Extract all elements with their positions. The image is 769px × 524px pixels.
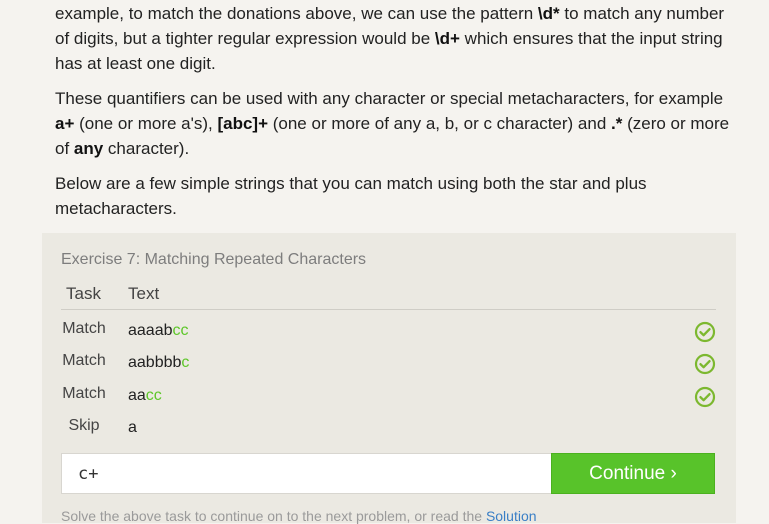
check-circle-icon [694, 321, 716, 343]
exercise-title: Exercise 7: Matching Repeated Characters [61, 251, 367, 268]
answer-form: Continue › [61, 453, 716, 494]
row-task-label: Match [62, 352, 106, 369]
code-pattern: \d* [537, 4, 560, 23]
row-task-label: Match [62, 385, 106, 402]
exercise-row: Match aabbbbc [61, 349, 716, 377]
lesson-paragraph-1: example, to match the donations above, w… [55, 1, 735, 76]
exercise-row: Skip a [61, 414, 716, 442]
emphasis-text: any [73, 139, 104, 158]
unmatched-text: aabbbb [128, 354, 182, 371]
solution-link[interactable]: Solution [486, 508, 537, 524]
lesson-text-run: These quantifiers can be used with any c… [55, 89, 724, 108]
unmatched-text: aa [128, 387, 146, 404]
lesson-text-run: example, to match the donations above, w… [55, 4, 538, 23]
lesson-paragraph-3: Below are a few simple strings that you … [55, 174, 647, 218]
lesson-text-run: character). [103, 139, 190, 158]
exercise-panel: Exercise 7: Matching Repeated Characters… [42, 233, 736, 524]
matched-text: cc [172, 322, 189, 339]
code-pattern: [abc]+ [217, 114, 269, 133]
check-circle-icon [694, 386, 716, 408]
unmatched-text: aaaab [128, 322, 173, 339]
lesson-text-run: (one or more of any a, b, or c character… [268, 114, 612, 133]
code-pattern: .* [611, 114, 623, 133]
exercise-table-header: Task Text [61, 283, 716, 310]
column-header-text: Text [128, 284, 160, 303]
lesson-paragraph-2: These quantifiers can be used with any c… [55, 86, 735, 161]
row-task-label: Match [62, 320, 106, 337]
exercise-footnote: Solve the above task to continue on to t… [61, 508, 716, 524]
check-circle-icon [694, 353, 716, 375]
matched-text: c [181, 354, 190, 371]
code-pattern: a+ [55, 114, 75, 133]
column-header-task: Task [66, 284, 101, 303]
continue-button[interactable]: Continue › [551, 453, 715, 494]
row-test-string: aaaabcc [128, 322, 189, 340]
row-test-string: aabbbbc [128, 354, 189, 372]
matched-text: cc [145, 387, 162, 404]
unmatched-text: a [128, 419, 137, 436]
footnote-text: Solve the above task to continue on to t… [61, 508, 486, 524]
code-pattern: \d+ [434, 29, 460, 48]
lesson-text-run: (one or more a's), [74, 114, 218, 133]
row-task-label: Skip [68, 417, 100, 434]
lesson-text: example, to match the donations above, w… [55, 0, 735, 231]
row-test-string: a [128, 419, 137, 437]
exercise-row: Match aaaabcc [61, 317, 716, 345]
regex-answer-input[interactable] [61, 453, 551, 494]
exercise-row: Match aacc [61, 382, 716, 410]
row-test-string: aacc [128, 387, 162, 405]
